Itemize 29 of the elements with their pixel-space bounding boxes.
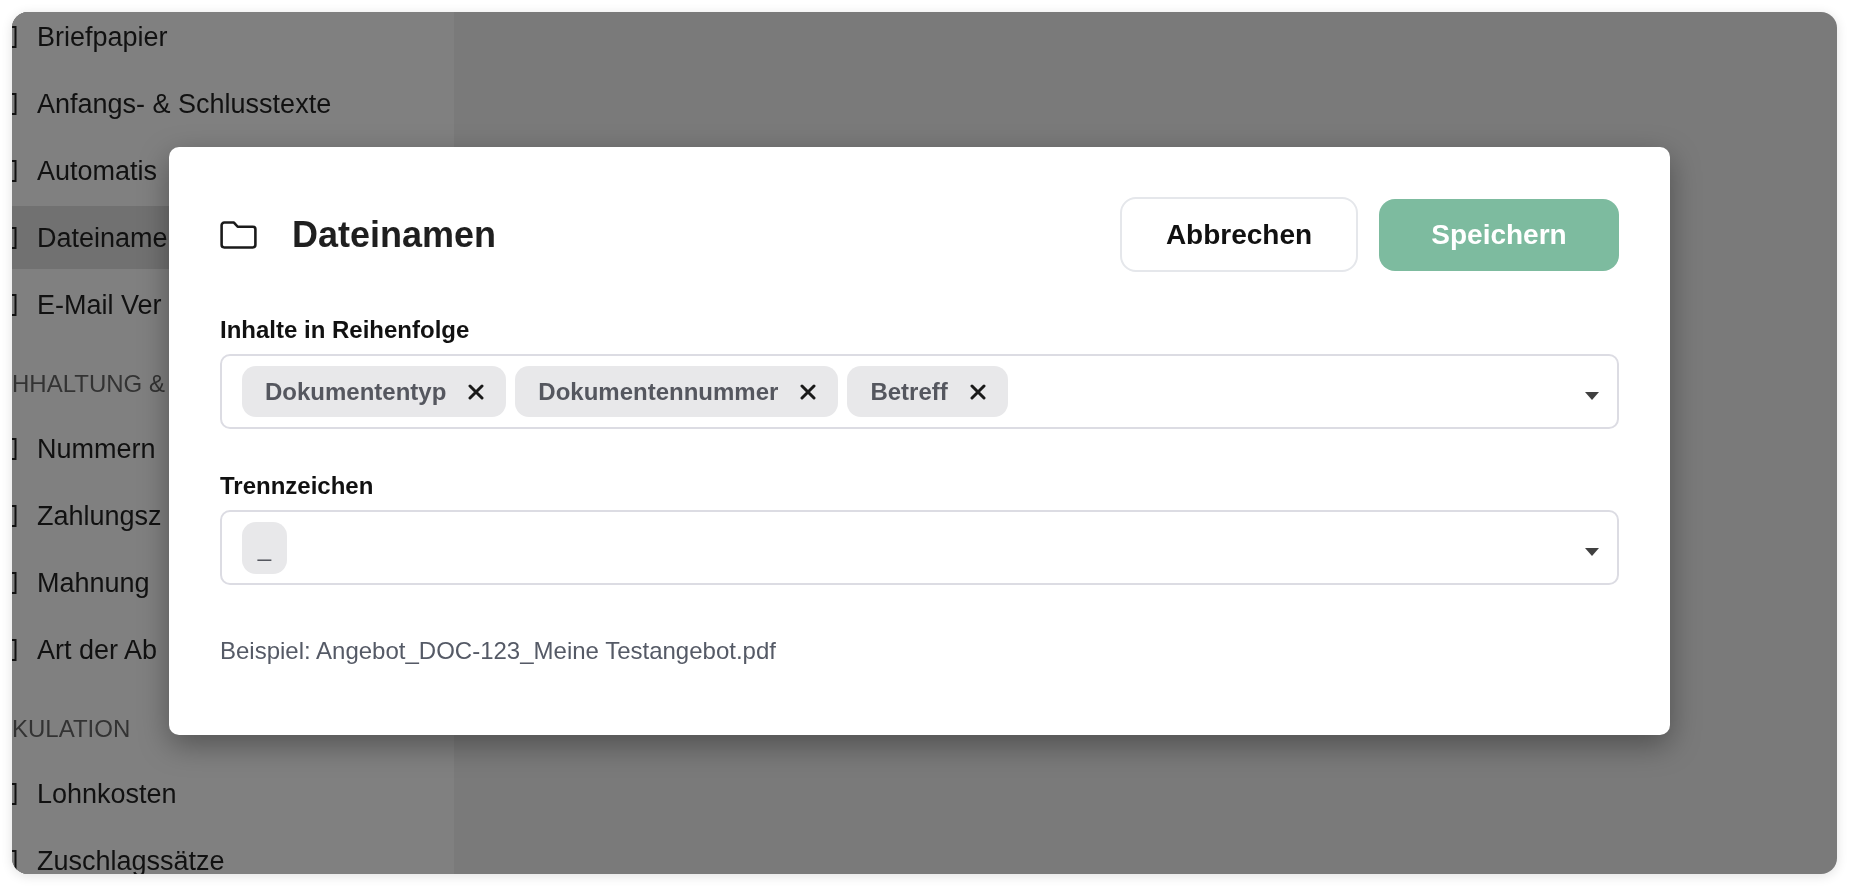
- bracket-icon: [12, 25, 17, 48]
- field-label: Trennzeichen: [220, 471, 375, 501]
- close-icon[interactable]: [468, 383, 485, 400]
- bracket-icon: [12, 159, 17, 182]
- close-icon[interactable]: [969, 383, 986, 400]
- section-heading: KULATION: [12, 714, 131, 744]
- bracket-icon: [12, 226, 17, 249]
- bracket-icon: [12, 293, 17, 316]
- caret-icon: [1585, 547, 1599, 556]
- bracket-icon: [12, 504, 17, 527]
- multi-select-field[interactable]: _: [220, 510, 1619, 585]
- bracket-icon: [12, 571, 17, 594]
- section-heading: HHALTUNG &: [12, 369, 165, 399]
- close-icon[interactable]: [800, 383, 817, 400]
- caret-icon: [1585, 391, 1599, 400]
- bracket-icon: [12, 782, 17, 805]
- tag-label: Betreff: [870, 376, 948, 407]
- bracket-icon: [12, 92, 17, 115]
- multi-select-field[interactable]: Dokumententyp Dokumentennummer Betreff: [220, 354, 1619, 429]
- folder-icon: [220, 220, 257, 249]
- cancel-button[interactable]: Abbrechen: [1120, 197, 1358, 272]
- tag-label: Dokumentennummer: [538, 376, 779, 407]
- dialog-title: Dateinamen: [292, 213, 497, 256]
- bracket-icon: [12, 638, 17, 661]
- bracket-icon: [12, 437, 17, 460]
- field-label: Inhalte in Reihenfolge: [220, 315, 471, 345]
- example-text: Beispiel: Angebot_DOC-123_Meine Testangebot.pdf: [220, 636, 777, 666]
- tag-label: Dokumententyp: [265, 376, 447, 407]
- separator-tag: _: [242, 521, 287, 574]
